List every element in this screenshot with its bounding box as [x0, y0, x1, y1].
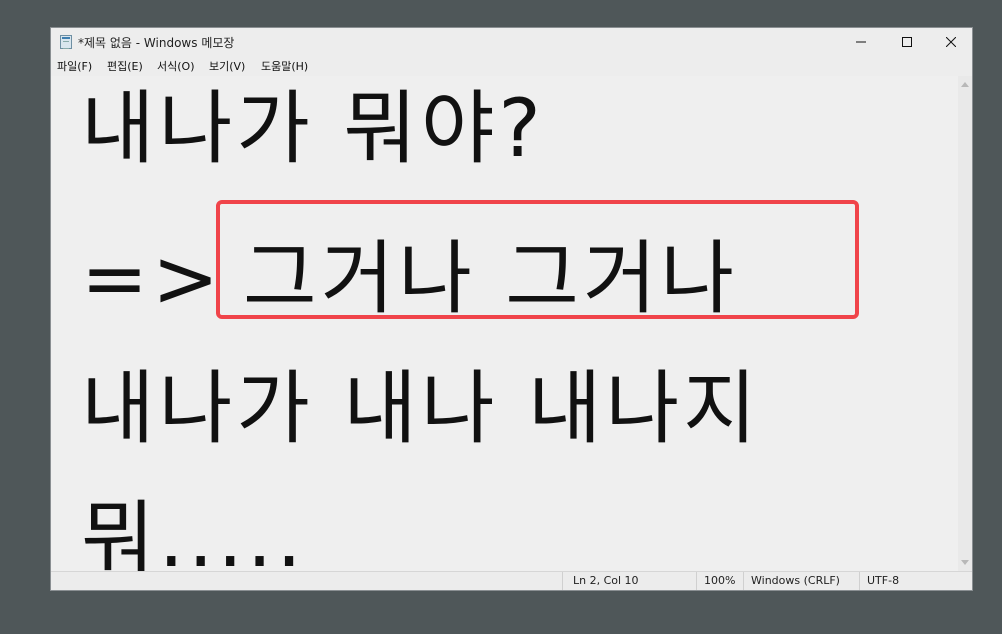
minimize-button[interactable]	[839, 28, 883, 56]
title-bar[interactable]: *제목 없음 - Windows 메모장	[51, 28, 972, 56]
close-button[interactable]	[929, 28, 973, 56]
status-divider	[562, 572, 563, 590]
notepad-icon	[60, 35, 72, 49]
editor-line-2-prefix: =>	[81, 232, 224, 325]
menu-bar: 파일(F) 편집(E) 서식(O) 보기(V) 도움말(H)	[51, 56, 972, 76]
notepad-window: *제목 없음 - Windows 메모장 파일(F) 편집(E) 서식(O) 보…	[50, 27, 973, 591]
maximize-icon	[902, 37, 912, 47]
status-divider	[859, 572, 860, 590]
highlight-annotation-box	[216, 200, 859, 319]
close-icon	[946, 37, 956, 47]
window-title: *제목 없음 - Windows 메모장	[78, 36, 235, 50]
text-editor-area[interactable]: 내나가 뭐야? => 그거나 그거나 내나가 내나 내나지 뭐.....	[51, 76, 958, 571]
editor-line-1: 내나가 뭐야?	[81, 82, 545, 175]
maximize-button[interactable]	[885, 28, 929, 56]
status-cursor-position: Ln 2, Col 10	[573, 574, 639, 587]
minimize-icon	[856, 41, 866, 43]
editor-line-3: 내나가 내나 내나지	[81, 362, 761, 455]
status-zoom: 100%	[704, 574, 736, 587]
status-line-ending: Windows (CRLF)	[751, 574, 840, 587]
editor-line-4: 뭐.....	[81, 492, 306, 572]
status-divider	[743, 572, 744, 590]
vertical-scrollbar[interactable]	[958, 76, 972, 571]
status-divider	[696, 572, 697, 590]
desktop-background: *제목 없음 - Windows 메모장 파일(F) 편집(E) 서식(O) 보…	[0, 0, 1002, 634]
scroll-down-icon[interactable]	[961, 560, 969, 565]
status-bar: Ln 2, Col 10 100% Windows (CRLF) UTF-8	[51, 571, 972, 590]
status-encoding: UTF-8	[867, 574, 900, 587]
menu-format[interactable]: 서식(O)	[157, 58, 194, 74]
menu-help[interactable]: 도움말(H)	[261, 58, 308, 74]
menu-view[interactable]: 보기(V)	[209, 58, 245, 74]
menu-file[interactable]: 파일(F)	[57, 58, 92, 74]
menu-edit[interactable]: 편집(E)	[107, 58, 143, 74]
scroll-up-icon[interactable]	[961, 82, 969, 87]
